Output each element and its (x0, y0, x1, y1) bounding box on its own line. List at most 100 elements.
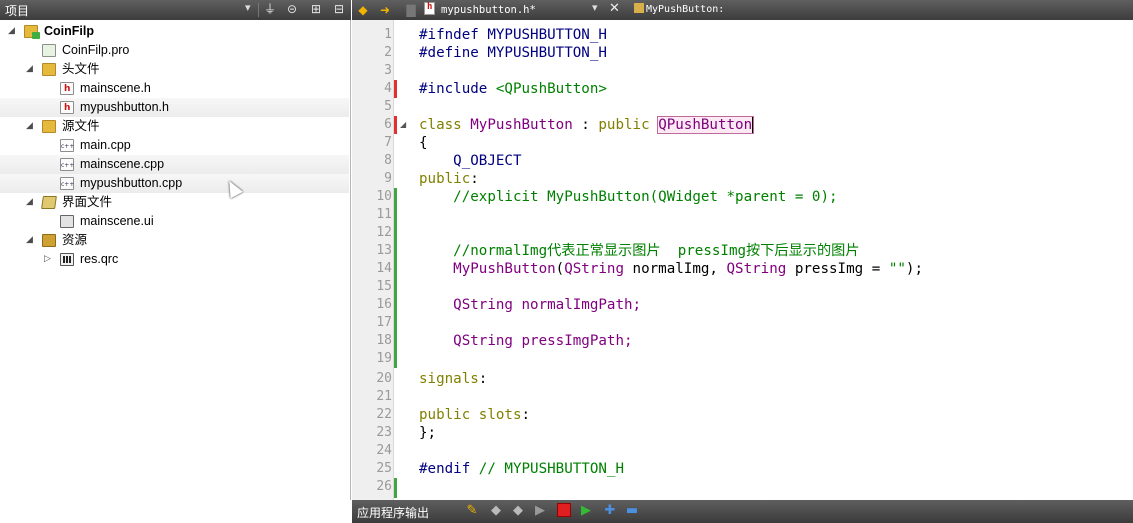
next-arrow-icon[interactable]: ◆ (510, 503, 526, 519)
filter-icon[interactable]: ⏚ (263, 2, 277, 16)
tree-item-label: 资源 (62, 233, 88, 247)
tree-item-label: CoinFilp.pro (62, 43, 130, 57)
tree-item-sources[interactable]: ◢ 源文件 (0, 117, 349, 136)
zoom-out-icon[interactable]: ▬ (624, 503, 640, 519)
cpp-file-icon (60, 175, 74, 194)
line-number: 6 (384, 117, 392, 132)
line-number: 24 (376, 443, 392, 458)
tree-item-main-cpp[interactable]: main.cpp (0, 136, 349, 156)
chevron-down-icon[interactable]: ▾ (245, 1, 251, 14)
code-line: class MyPushButton : public QPushButton (419, 116, 755, 134)
fold-marker-icon[interactable]: ◢ (400, 120, 406, 129)
close-icon[interactable]: ✕ (609, 1, 620, 16)
prev-arrow-icon[interactable]: ◆ (488, 503, 504, 519)
tree-item-label: mainscene.ui (80, 214, 154, 228)
line-number: 10 (376, 189, 392, 204)
expand-arrow-icon[interactable]: ◢ (26, 60, 36, 79)
code-line: #include <QPushButton> (419, 81, 607, 97)
lock-icon: ▇ (406, 3, 416, 17)
expand-arrow-icon[interactable]: ◢ (26, 231, 36, 250)
collapse-arrow-icon[interactable]: ▷ (44, 250, 54, 269)
line-number: 14 (376, 261, 392, 276)
tree-item-label: mypushbutton.h (80, 100, 169, 114)
tree-item-res-qrc[interactable]: ▷ res.qrc (0, 250, 349, 269)
project-tree: ◢ CoinFilp CoinFilp.pro ◢ 头文件 mainscene.… (0, 20, 351, 523)
code-line: public slots: (419, 407, 531, 423)
project-pane-header: 项目 ▾ ⏚ ⊝ ⊞ ⊟ (0, 0, 351, 20)
header-file-icon (424, 0, 435, 15)
line-number: 17 (376, 315, 392, 330)
line-number: 16 (376, 297, 392, 312)
tree-item-forms[interactable]: ◢ 界面文件 (0, 193, 349, 212)
line-number: 25 (376, 461, 392, 476)
code-line: { (419, 135, 428, 151)
editor-toolbar: ◆ ➜ ▇ mypushbutton.h* ▾ ✕ MyPushButton: (352, 0, 1133, 20)
tree-item-mypushbutton-cpp[interactable]: mypushbutton.cpp (0, 174, 349, 194)
code-line: //explicit MyPushButton(QWidget *parent … (419, 189, 838, 205)
line-number: 19 (376, 351, 392, 366)
link-icon[interactable]: ⊝ (285, 2, 299, 16)
tree-item-coinfilp[interactable]: ◢ CoinFilp (0, 22, 349, 41)
forward-arrow-icon[interactable]: ➜ (378, 2, 392, 18)
rerun-icon[interactable]: ▶ (578, 503, 594, 519)
cpp-file-icon (60, 156, 74, 175)
tree-item-headers[interactable]: ◢ 头文件 (0, 60, 349, 79)
line-number: 8 (384, 153, 392, 168)
line-number: 9 (384, 171, 392, 186)
sources-folder-icon (42, 120, 56, 133)
editor-tab-filename: mypushbutton.h* (441, 4, 536, 16)
code-line: QString pressImgPath; (419, 333, 633, 349)
header-file-icon (60, 99, 74, 118)
line-number: 3 (384, 63, 392, 78)
change-marker (394, 80, 397, 98)
tree-item-label: CoinFilp (44, 24, 94, 38)
line-number: 12 (376, 225, 392, 240)
expand-arrow-icon[interactable]: ◢ (8, 22, 18, 41)
attach-icon[interactable]: ✎ (464, 503, 480, 519)
line-number: 21 (376, 389, 392, 404)
tree-item-label: 头文件 (62, 62, 100, 76)
qt-project-folder-icon (24, 25, 40, 39)
symbol-label: MyPushButton: (646, 4, 725, 15)
change-marker (394, 188, 397, 368)
line-number: 13 (376, 243, 392, 258)
tree-item-mainscene-h[interactable]: mainscene.h (0, 79, 349, 99)
stop-icon[interactable] (556, 503, 572, 519)
expand-arrow-icon[interactable]: ◢ (26, 117, 36, 136)
split-icon[interactable]: ⊞ (309, 2, 323, 16)
line-number: 1 (384, 27, 392, 42)
tree-item-mainscene-cpp[interactable]: mainscene.cpp (0, 155, 349, 175)
code-line: QString normalImgPath; (419, 297, 642, 313)
line-number: 26 (376, 479, 392, 494)
tree-item-label: 界面文件 (62, 195, 113, 209)
application-output-label[interactable]: 应用程序输出 (357, 504, 429, 521)
code-line: signals: (419, 371, 488, 387)
tree-item-coinfilp-pro[interactable]: CoinFilp.pro (0, 41, 349, 60)
editor-tab-file[interactable]: mypushbutton.h* (424, 0, 602, 18)
symbol-selector[interactable]: MyPushButton: (634, 2, 724, 18)
tree-item-label: mainscene.cpp (80, 157, 165, 171)
line-number: 20 (376, 371, 392, 386)
headers-folder-icon (42, 63, 56, 76)
left-pane-footer (0, 500, 352, 523)
expand-arrow-icon[interactable]: ◢ (26, 193, 36, 212)
code-line: MyPushButton(QString normalImg, QString … (419, 261, 923, 277)
tree-item-label: res.qrc (80, 252, 119, 266)
tree-item-mypushbutton-h[interactable]: mypushbutton.h (0, 98, 349, 118)
resources-folder-icon (42, 234, 56, 247)
run-icon[interactable]: ▶ (532, 503, 548, 519)
tree-item-label: mainscene.h (80, 81, 151, 95)
close-pane-icon[interactable]: ⊟ (332, 2, 346, 16)
chevron-down-icon[interactable]: ▾ (592, 1, 598, 14)
tree-item-resources[interactable]: ◢ 资源 (0, 231, 349, 250)
line-number: 23 (376, 425, 392, 440)
back-arrow-icon[interactable]: ◆ (356, 2, 370, 18)
zoom-in-icon[interactable]: ✚ (602, 503, 618, 519)
line-number: 15 (376, 279, 392, 294)
pro-file-icon (42, 44, 56, 57)
tree-item-mainscene-ui[interactable]: mainscene.ui (0, 212, 349, 231)
cpp-file-icon (60, 137, 74, 156)
header-file-icon (60, 80, 74, 99)
qrc-file-icon (60, 253, 74, 266)
line-number: 22 (376, 407, 392, 422)
